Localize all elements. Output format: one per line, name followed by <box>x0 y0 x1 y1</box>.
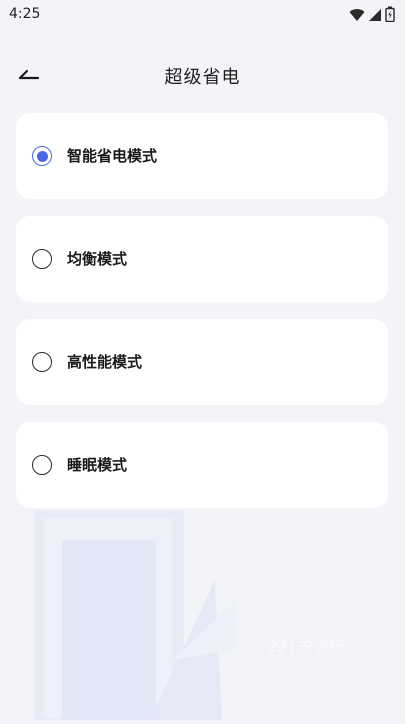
mode-label: 均衡模式 <box>67 250 128 268</box>
radio-unselected-icon[interactable] <box>32 249 52 269</box>
mode-label: 智能省电模式 <box>67 147 158 165</box>
background-illustration <box>0 500 405 720</box>
mode-label: 高性能模式 <box>67 353 143 371</box>
header: 超级省电 <box>0 55 405 95</box>
page-title: 超级省电 <box>164 67 241 88</box>
mode-label: 睡眠模式 <box>67 456 128 474</box>
radio-selected-icon[interactable] <box>32 146 52 166</box>
mode-card-smart[interactable]: 智能省电模式 <box>16 113 388 199</box>
watermark-text: 221安卓网 <box>268 638 342 656</box>
status-time: 4:25 <box>9 6 41 22</box>
mode-card-balanced[interactable]: 均衡模式 <box>16 216 388 302</box>
status-icons <box>349 6 395 26</box>
wifi-icon <box>349 7 365 26</box>
signal-icon <box>368 7 382 26</box>
mode-card-sleep[interactable]: 睡眠模式 <box>16 422 388 508</box>
radio-dot <box>36 150 48 162</box>
battery-icon <box>385 6 395 26</box>
mode-card-performance[interactable]: 高性能模式 <box>16 319 388 405</box>
status-bar: 4:25 <box>0 0 405 30</box>
radio-unselected-icon[interactable] <box>32 455 52 475</box>
radio-unselected-icon[interactable] <box>32 352 52 372</box>
